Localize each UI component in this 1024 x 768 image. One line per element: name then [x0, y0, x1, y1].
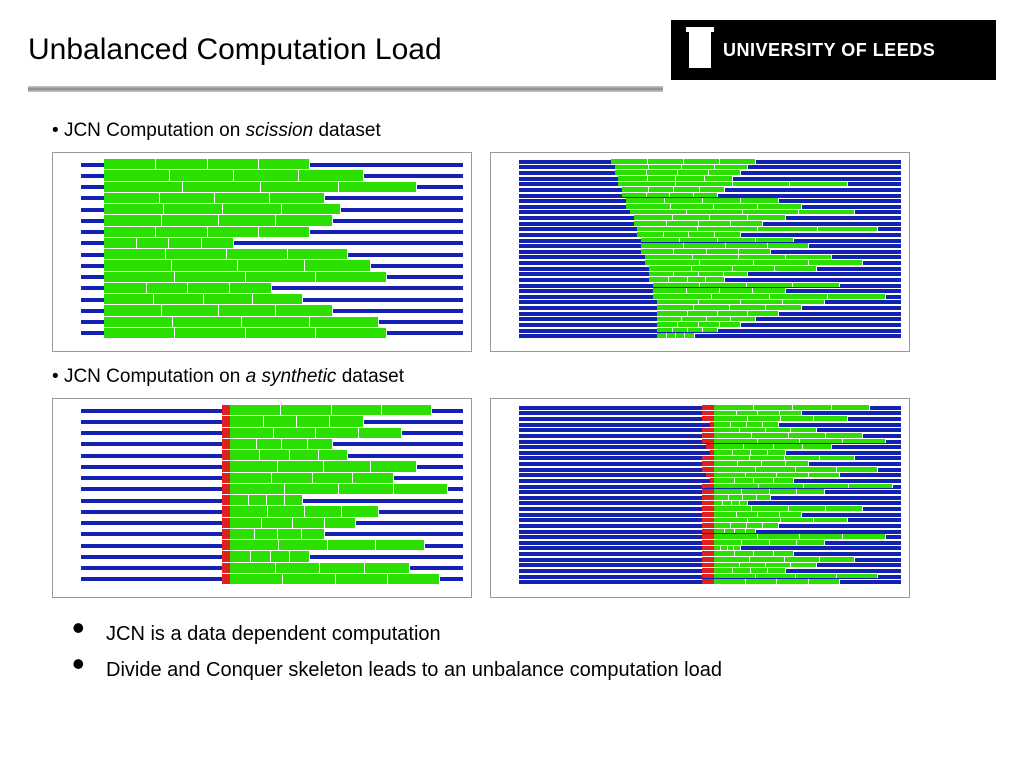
tower-icon — [689, 32, 711, 68]
chart-scission-left — [52, 152, 472, 352]
section-1-label: JCN Computation on scission dataset — [52, 120, 972, 142]
footer-bullet-0: JCN is a data dependent computation — [72, 616, 972, 652]
footer-bullets: JCN is a data dependent computation Divi… — [52, 616, 972, 688]
footer-bullet-1: Divide and Conquer skeleton leads to an … — [72, 652, 972, 688]
chart-synthetic-right — [490, 398, 910, 598]
chart-synthetic-left — [52, 398, 472, 598]
slide-title: Unbalanced Computation Load — [28, 33, 671, 67]
university-logo: UNIVERSITY OF LEEDS — [671, 20, 996, 80]
section-2-label: JCN Computation on a synthetic dataset — [52, 366, 972, 388]
chart-scission-right — [490, 152, 910, 352]
logo-text: UNIVERSITY OF LEEDS — [723, 40, 935, 61]
